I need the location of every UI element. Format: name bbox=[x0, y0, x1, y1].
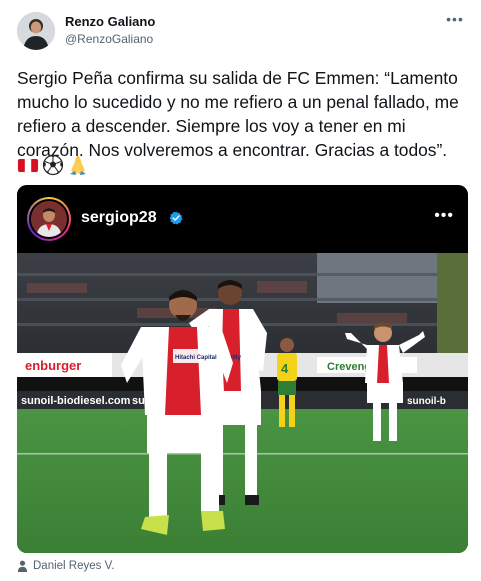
person-icon bbox=[17, 560, 28, 572]
tweet-card: Renzo Galiano @RenzoGaliano ••• Sergio P… bbox=[0, 0, 481, 581]
flag-peru-icon bbox=[17, 158, 39, 173]
tweet-text: Sergio Peña confirma su salida de FC Emm… bbox=[17, 68, 459, 160]
author-name[interactable]: Renzo Galiano bbox=[65, 14, 155, 29]
match-photo: enburger Crevenge sunoil-biodiesel.com s… bbox=[17, 253, 468, 553]
verified-badge-icon bbox=[169, 211, 183, 225]
instagram-more-icon[interactable]: ••• bbox=[434, 207, 454, 225]
player-number: 4 bbox=[281, 361, 289, 376]
folded-hands-icon bbox=[70, 156, 86, 175]
ad-board-5: sunoil-b bbox=[407, 396, 446, 407]
ad-board-2: sunoil-biodiesel.com bbox=[21, 395, 131, 407]
instagram-avatar[interactable] bbox=[27, 197, 71, 241]
embedded-media[interactable]: sergiop28 ••• enburger Crevenge sunoil-b… bbox=[17, 185, 468, 553]
ad-board-1: enburger bbox=[25, 358, 81, 373]
photo-credit: Daniel Reyes V. bbox=[17, 558, 114, 574]
emoji-row bbox=[17, 152, 89, 178]
soccer-ball-icon bbox=[42, 154, 64, 176]
author-avatar[interactable] bbox=[17, 12, 55, 50]
instagram-header: sergiop28 ••• bbox=[17, 185, 468, 253]
instagram-username[interactable]: sergiop28 bbox=[81, 209, 157, 227]
author-handle[interactable]: @RenzoGaliano bbox=[65, 32, 153, 46]
more-options-icon[interactable]: ••• bbox=[443, 12, 467, 30]
credit-label[interactable]: Daniel Reyes V. bbox=[33, 560, 114, 572]
tweet-header: Renzo Galiano @RenzoGaliano ••• bbox=[17, 12, 467, 52]
